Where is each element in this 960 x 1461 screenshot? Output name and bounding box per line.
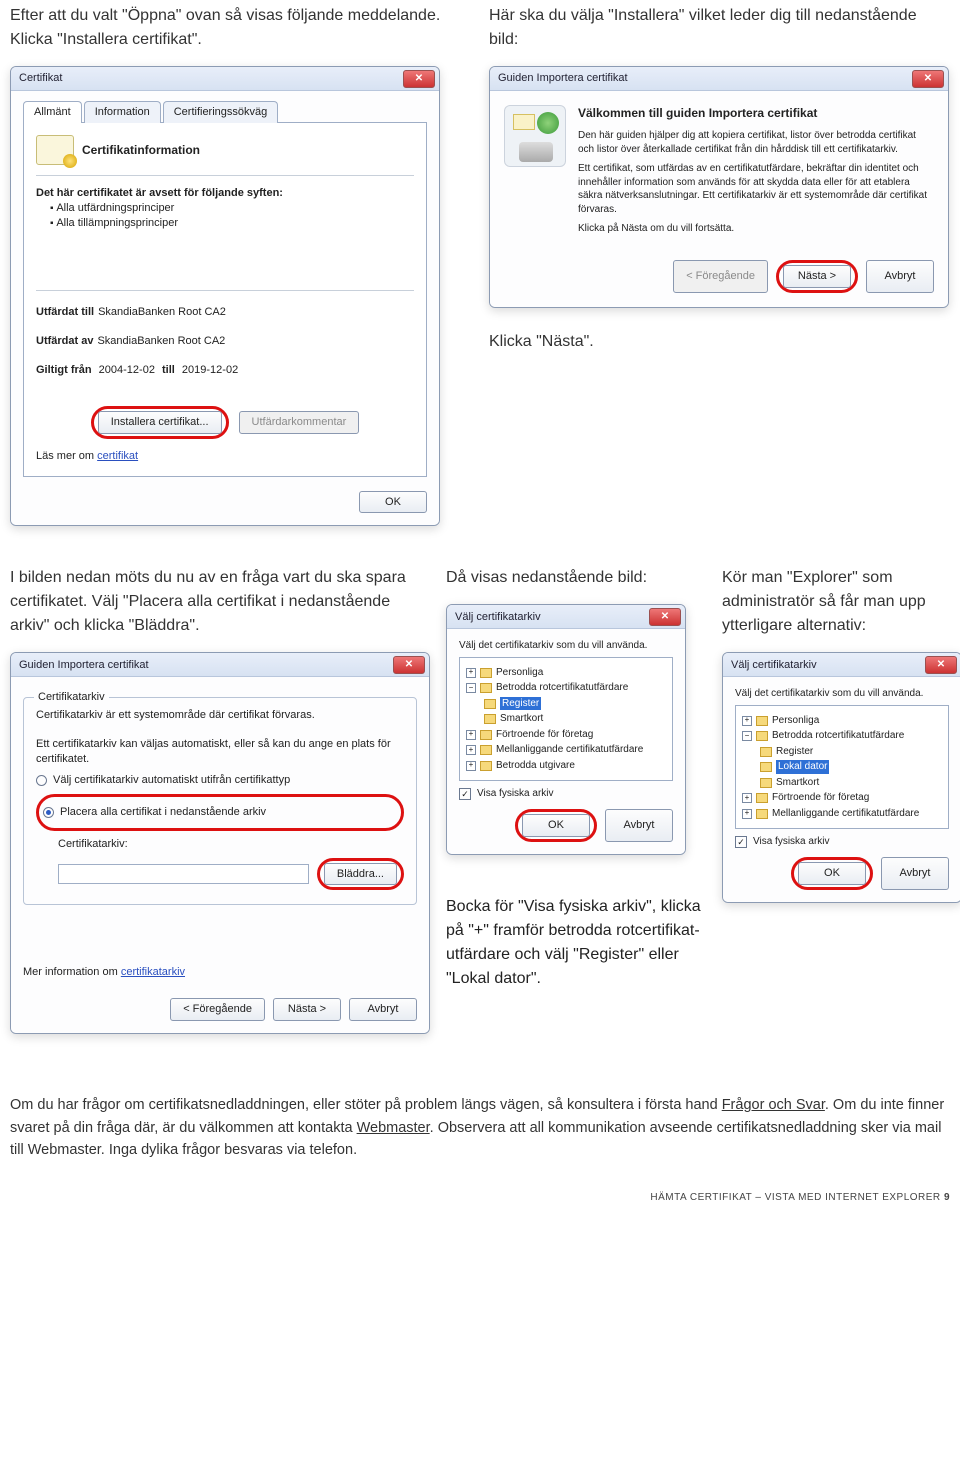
next-button[interactable]: Nästa > (273, 998, 341, 1021)
intro-left: Efter att du valt "Öppna" ovan så visas … (10, 4, 471, 52)
store-path-input[interactable] (58, 864, 309, 884)
close-icon[interactable]: ✕ (925, 656, 957, 674)
cert-title: Certifikat (19, 71, 62, 86)
tab-info[interactable]: Information (84, 101, 161, 123)
cancel-button[interactable]: Avbryt (605, 809, 673, 842)
issued-to-label: Utfärdat till (36, 306, 94, 318)
valid-to-value: 2019-12-02 (182, 364, 238, 376)
cancel-button[interactable]: Avbryt (881, 857, 949, 890)
wizard-title: Guiden Importera certifikat (498, 71, 628, 86)
group-legend: Certifikatarkiv (34, 690, 109, 705)
cancel-button[interactable]: Avbryt (866, 260, 934, 293)
certificate-icon (36, 135, 74, 165)
purpose-item: Alla utfärdningsprinciper (50, 201, 414, 216)
valid-from-value: 2004-12-02 (99, 364, 155, 376)
issued-by-label: Utfärdat av (36, 335, 93, 347)
ok-button[interactable]: OK (798, 862, 866, 885)
ok-button[interactable]: OK (522, 814, 590, 837)
show-physical-checkbox[interactable]: ✓ (459, 788, 471, 800)
radio-auto[interactable]: Välj certifikatarkiv automatiskt utifrån… (36, 773, 404, 788)
close-icon[interactable]: ✕ (649, 608, 681, 626)
next-button[interactable]: Nästa > (783, 265, 851, 288)
issued-to-value: SkandiaBanken Root CA2 (98, 306, 226, 318)
valid-to-label: till (162, 364, 175, 376)
intro-right: Här ska du välja "Installera" vilket led… (489, 4, 950, 52)
issuer-comment-button: Utfärdarkommentar (239, 411, 360, 434)
store-label: Certifikatarkiv: (58, 837, 404, 852)
show-physical-label: Visa fysiska arkiv (753, 835, 830, 849)
back-button: < Föregående (673, 260, 768, 293)
select-store-window-1: Välj certifikatarkiv ✕ Välj det certifik… (446, 604, 686, 854)
sel2-top: Välj det certifikatarkiv som du vill anv… (735, 687, 949, 701)
wizard-window: Guiden Importera certifikat ✕ Välkommen … (489, 66, 949, 308)
cert-info-heading: Certifikatinformation (82, 142, 200, 158)
purpose-item: Alla tillämpningsprinciper (50, 216, 414, 231)
radio-place-label: Placera alla certifikat i nedanstående a… (60, 805, 266, 820)
ok-button[interactable]: OK (359, 491, 427, 514)
wizard-heading: Välkommen till guiden Importera certifik… (578, 105, 934, 121)
close-icon[interactable]: ✕ (403, 70, 435, 88)
tab-general[interactable]: Allmänt (23, 101, 82, 123)
klicka-nasta-text: Klicka "Nästa". (489, 330, 950, 354)
radio-place[interactable]: Placera alla certifikat i nedanstående a… (43, 805, 397, 820)
back-button[interactable]: < Föregående (170, 998, 265, 1021)
mid-c3-text: Kör man "Explorer" som administratör så … (722, 566, 960, 638)
more-label: Läs mer om (36, 450, 94, 462)
store-more-label: Mer information om (23, 966, 118, 978)
purpose-heading: Det här certifikatet är avsett för följa… (36, 187, 283, 199)
issued-by-value: SkandiaBanken Root CA2 (97, 335, 225, 347)
highlight-browse: Bläddra... (317, 858, 404, 891)
valid-from-label: Giltigt från (36, 364, 92, 376)
show-physical-label: Visa fysiska arkiv (477, 787, 554, 801)
mid-c2-text: Då visas nedanstående bild: (446, 566, 706, 590)
store-desc: Certifikatarkiv är ett systemområde där … (36, 708, 404, 723)
tab-path[interactable]: Certifieringssökväg (163, 101, 279, 123)
show-physical-checkbox[interactable]: ✓ (735, 836, 747, 848)
sel1-top: Välj det certifikatarkiv som du vill anv… (459, 639, 673, 653)
faq-link-2[interactable]: Webmaster (357, 1120, 430, 1136)
wizard-icon (504, 105, 566, 167)
store-tree[interactable]: +Personliga −Betrodda rotcertifikatutfär… (459, 657, 673, 782)
store-desc2: Ett certifikatarkiv kan väljas automatis… (36, 737, 404, 767)
select-store-window-2: Välj certifikatarkiv ✕ Välj det certifik… (722, 652, 960, 902)
store-window: Guiden Importera certifikat ✕ Certifikat… (10, 652, 430, 1034)
close-icon[interactable]: ✕ (912, 70, 944, 88)
close-icon[interactable]: ✕ (393, 656, 425, 674)
more-link[interactable]: certifikat (97, 450, 138, 462)
wizard-para: Ett certifikat, som utfärdas av en certi… (578, 162, 934, 216)
faq-link-1[interactable]: Frågor och Svar (722, 1097, 825, 1113)
wizard-para: Den här guiden hjälper dig att kopiera c… (578, 129, 934, 156)
highlight-install: Installera certifikat... (91, 406, 229, 439)
sel2-title: Välj certifikatarkiv (731, 658, 817, 673)
tip-text: Bocka för "Visa fysiska arkiv", klicka p… (446, 895, 706, 991)
selected-register[interactable]: Register (500, 697, 541, 711)
cancel-button[interactable]: Avbryt (349, 998, 417, 1021)
store-more-link[interactable]: certifikatarkiv (121, 966, 185, 978)
cert-window: Certifikat ✕ Allmänt Information Certifi… (10, 66, 440, 526)
page-footer: HÄMTA CERTIFIKAT – VISTA MED INTERNET EX… (10, 1191, 950, 1205)
mid-c1-text: I bilden nedan möts du nu av en fråga va… (10, 566, 430, 638)
faq-paragraph: Om du har frågor om certifikatsnedladdni… (10, 1094, 950, 1161)
highlight-next: Nästa > (776, 260, 858, 293)
store-title: Guiden Importera certifikat (19, 658, 149, 673)
selected-local[interactable]: Lokal dator (776, 760, 829, 774)
wizard-para: Klicka på Nästa om du vill fortsätta. (578, 222, 934, 236)
sel1-title: Välj certifikatarkiv (455, 610, 541, 625)
radio-auto-label: Välj certifikatarkiv automatiskt utifrån… (53, 773, 290, 788)
store-tree[interactable]: +Personliga −Betrodda rotcertifikatutfär… (735, 705, 949, 830)
browse-button[interactable]: Bläddra... (324, 863, 397, 886)
install-cert-button[interactable]: Installera certifikat... (98, 411, 222, 434)
